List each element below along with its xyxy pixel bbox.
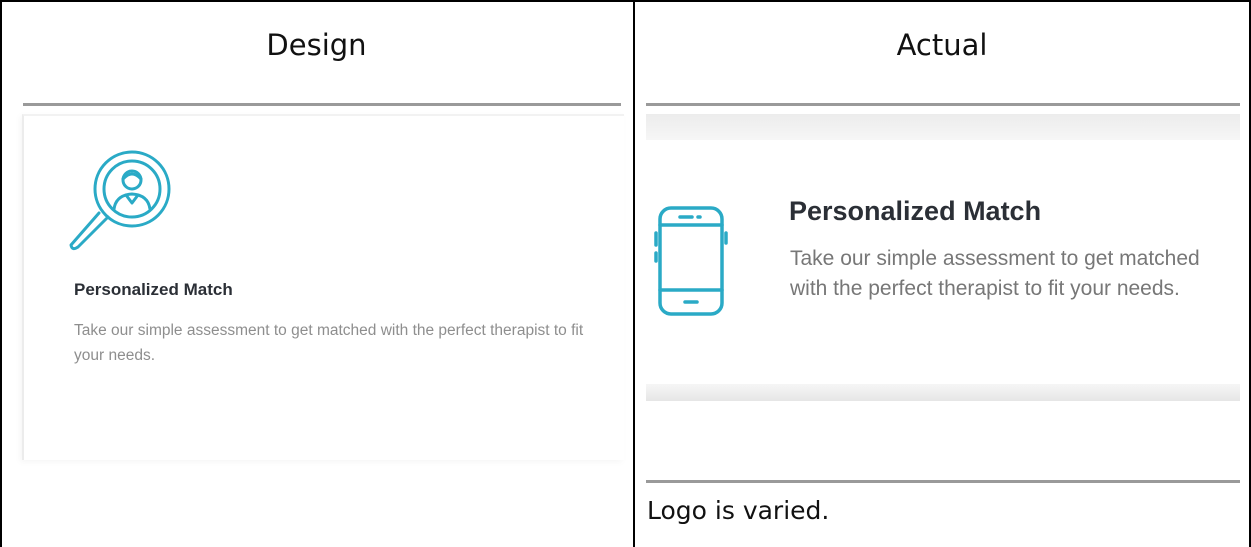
design-card-description: Take our simple assessment to get matche… xyxy=(74,322,584,364)
actual-top-bar xyxy=(646,114,1240,140)
actual-bottom-bar xyxy=(646,384,1240,401)
actual-card-description: Take our simple assessment to get matche… xyxy=(790,247,1200,300)
actual-card-title: Personalized Match xyxy=(789,196,1042,226)
comparison-note: Logo is varied. xyxy=(647,496,830,525)
note-rule xyxy=(646,480,1240,483)
design-header-rule xyxy=(23,103,621,106)
actual-column-header: Actual xyxy=(896,28,988,62)
column-divider xyxy=(633,0,635,547)
magnifier-person-icon xyxy=(69,150,171,251)
smartphone-icon xyxy=(654,206,728,316)
actual-header-rule xyxy=(646,103,1240,106)
design-card-title: Personalized Match xyxy=(74,280,233,299)
design-column-header: Design xyxy=(266,28,367,62)
